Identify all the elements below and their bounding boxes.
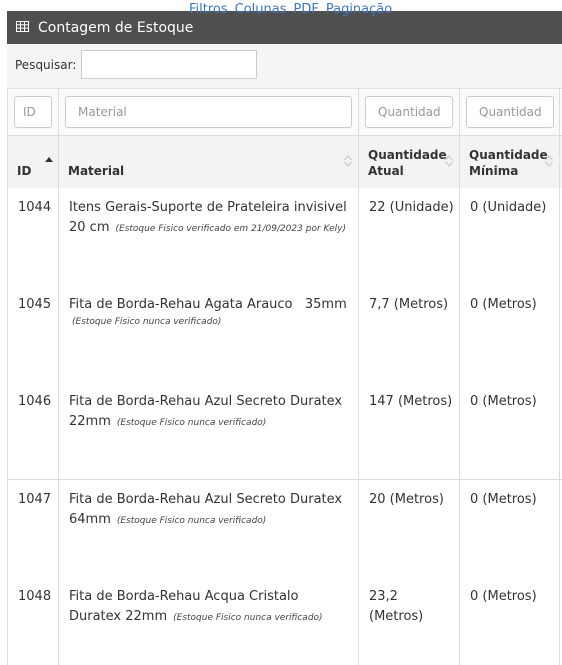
table-row[interactable]: 1045 Fita de Borda-Rehau Agata Arauco 35… bbox=[7, 285, 562, 383]
cell-id: 1047 bbox=[18, 492, 52, 507]
cell-qtd-atual: 20 (Metros) bbox=[369, 492, 444, 507]
columns-link[interactable]: Colunas bbox=[235, 2, 287, 17]
stock-note: (Estoque Fisico nunca verificado) bbox=[72, 317, 222, 327]
cell-qtd-minima: 0 (Metros) bbox=[470, 492, 537, 507]
column-header-qtd-minima[interactable]: Quantidade Mínima bbox=[459, 136, 562, 188]
cell-qtd-atual: 147 (Metros) bbox=[369, 394, 453, 409]
column-header-id[interactable]: ID bbox=[7, 136, 58, 188]
cell-id: 1045 bbox=[18, 297, 52, 312]
id-filter-input[interactable] bbox=[14, 96, 52, 128]
qtd-minima-filter-input[interactable] bbox=[466, 96, 554, 128]
cell-qtd-minima: 0 (Metros) bbox=[470, 394, 537, 409]
column-divider bbox=[58, 88, 59, 665]
cell-qtd-atual: 23,2 (Metros) bbox=[369, 589, 424, 624]
pdf-link[interactable]: PDF bbox=[294, 2, 319, 17]
cell-material: Fita de Borda-Rehau Agata Arauco 35mm (Es… bbox=[69, 295, 354, 329]
cell-qtd-minima: 0 (Metros) bbox=[470, 297, 537, 312]
sort-icon bbox=[445, 155, 453, 167]
cell-material: Fita de Borda-Rehau Azul Secreto Duratex… bbox=[69, 492, 343, 527]
column-divider bbox=[559, 88, 560, 665]
stock-note: (Estoque Fisico verificado em 21/09/2023… bbox=[115, 224, 346, 234]
stock-note: (Estoque Fisico nunca verificado) bbox=[116, 418, 267, 428]
column-header-material[interactable]: Material bbox=[58, 136, 358, 188]
cell-material: Fita de Borda-Rehau Azul Secreto Duratex… bbox=[69, 394, 343, 429]
table-row[interactable]: 1044 Itens Gerais-Suporte de Prateleira … bbox=[7, 188, 562, 286]
page-title: Contagem de Estoque bbox=[38, 20, 194, 36]
toolbar-links: Filtros Colunas PDF Paginação bbox=[189, 2, 399, 17]
column-divider bbox=[358, 88, 359, 665]
sort-icon bbox=[344, 155, 352, 167]
sort-ascending-icon bbox=[45, 157, 53, 162]
stock-note: (Estoque Fisico nunca verificado) bbox=[173, 613, 323, 623]
column-divider bbox=[459, 88, 460, 665]
qtd-atual-filter-input[interactable] bbox=[365, 96, 453, 128]
filters-link[interactable]: Filtros bbox=[189, 2, 228, 17]
search-label: Pesquisar: bbox=[15, 58, 77, 72]
column-filters bbox=[7, 88, 562, 136]
column-header-qtd-atual[interactable]: Quantidade Atual bbox=[358, 136, 459, 188]
pagination-link[interactable]: Paginação bbox=[326, 2, 392, 17]
table-header: ID Material Quantidade Atual Quantidade Mí… bbox=[7, 135, 562, 190]
stock-note: (Estoque Fisico nunca verificado) bbox=[116, 516, 267, 526]
table-icon bbox=[16, 21, 29, 32]
table-row[interactable]: 1047 Fita de Borda-Rehau Azul Secreto Du… bbox=[7, 480, 562, 578]
cell-material: Fita de Borda-Rehau Acqua Cristalo Durat… bbox=[69, 589, 323, 624]
search-bar: Pesquisar: bbox=[7, 44, 562, 88]
cell-qtd-atual: 22 (Unidade) bbox=[369, 200, 454, 215]
table-row[interactable]: 1048 Fita de Borda-Rehau Acqua Cristalo … bbox=[7, 577, 562, 665]
table-row[interactable]: 1046 Fita de Borda-Rehau Azul Secreto Du… bbox=[7, 382, 562, 480]
column-divider bbox=[7, 88, 8, 665]
cell-material: Itens Gerais-Suporte de Prateleira invis… bbox=[69, 200, 347, 235]
sort-icon bbox=[545, 155, 553, 167]
cell-qtd-atual: 7,7 (Metros) bbox=[369, 297, 449, 312]
cell-qtd-minima: 0 (Unidade) bbox=[470, 200, 547, 215]
search-input[interactable] bbox=[81, 50, 257, 79]
cell-id: 1044 bbox=[18, 200, 52, 215]
cell-id: 1046 bbox=[18, 394, 52, 409]
cell-qtd-minima: 0 (Metros) bbox=[470, 589, 537, 604]
cell-id: 1048 bbox=[18, 589, 52, 604]
material-filter-input[interactable] bbox=[65, 96, 352, 128]
